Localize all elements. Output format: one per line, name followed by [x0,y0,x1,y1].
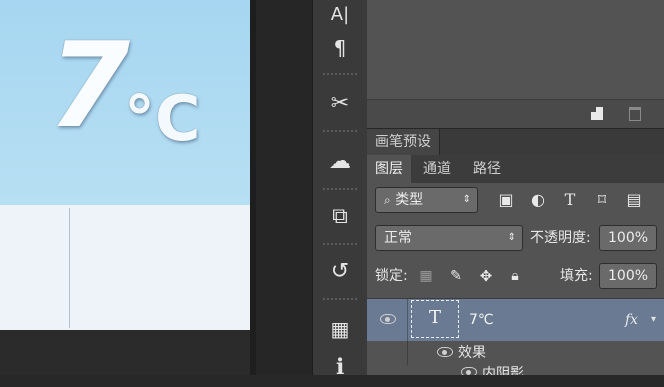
smart-object-filter-icon[interactable]: ▤ [623,188,645,212]
filter-kind-label: 类型 [395,192,424,208]
history-icon[interactable]: ↺ [313,251,367,291]
select-arrows-icon: ⇕ [462,194,471,205]
layer-row-text[interactable]: T 7℃ fx ▾ [367,298,664,342]
document-canvas[interactable]: 7 °C [0,0,255,375]
opacity-label: 不透明度: [530,230,591,246]
lock-transparent-icon[interactable]: ▦ [415,264,437,288]
lock-all-icon[interactable]: 🔒︎ [504,264,526,288]
paragraph-icon[interactable]: ¶ [313,28,367,68]
lock-image-icon[interactable]: ✎ [445,264,467,288]
layers-tabbar: 图层 通道 路径 [367,155,664,183]
search-icon: ⌕ [384,193,391,207]
visibility-eye-icon[interactable] [380,314,396,324]
select-arrows-icon: ⇕ [507,232,516,243]
dock-separator [323,130,357,132]
tab-layers[interactable]: 图层 [367,155,411,183]
layer-filter-select[interactable]: ⌕ 类型 ⇕ [375,187,478,213]
brush-presets-tabbar: 画笔预设 [367,128,664,155]
temperature-unit: °C [124,82,201,155]
adjustment-filter-icon[interactable]: ◐ [527,188,549,212]
fill-value: 100% [608,268,649,284]
dock-separator [323,188,357,190]
transform-icon[interactable]: ⧉ [313,196,367,236]
blend-mode-select[interactable]: 正常 ⇕ [375,225,523,251]
lock-label: 锁定: [375,268,408,284]
type-filter-icon[interactable]: T [559,188,581,212]
creative-cloud-icon[interactable]: ☁ [313,141,367,181]
inner-shadow-label: 内阴影 [482,366,524,375]
tab-paths[interactable]: 路径 [465,155,509,183]
layer-name[interactable]: 7℃ [469,308,494,332]
expand-effects-icon[interactable]: ▾ [651,314,656,325]
fx-icon[interactable]: fx [625,308,638,332]
dock-separator [323,243,357,245]
blend-mode-value: 正常 [384,230,412,246]
tab-brush-presets[interactable]: 画笔预设 [367,129,440,155]
fill-label: 填充: [560,268,593,284]
image-filter-icon[interactable]: ▣ [495,188,517,212]
effects-row: 效果 [367,341,664,365]
tools-icon[interactable]: ✂ [313,83,367,123]
panel-divider [69,208,70,328]
canvas-pasteboard [0,330,255,375]
libraries-icon[interactable]: ▦ [313,309,367,349]
lock-position-icon[interactable]: ✥ [475,264,497,288]
white-panel [0,205,255,330]
trash-icon[interactable] [629,107,641,121]
temperature-number: 7 [48,16,130,154]
workspace-gap [256,0,312,375]
panel-dock: A| ¶ ✂ ☁ ⧉ ↺ ▦ ℹ [312,0,368,380]
row-divider [407,299,408,341]
fill-input[interactable]: 100% [599,263,657,289]
effects-visibility-eye-icon[interactable] [437,347,453,357]
dock-separator [323,73,357,75]
effects-label: 效果 [458,345,486,361]
text-layer-thumbnail: T [411,300,459,338]
info-icon[interactable]: ℹ [313,347,367,387]
inner-shadow-row: 内阴影 [367,365,664,375]
tab-channels[interactable]: 通道 [415,155,459,183]
dock-separator [323,298,357,300]
new-item-icon[interactable] [591,107,603,120]
inner-shadow-eye-icon[interactable] [461,367,477,375]
opacity-value: 100% [608,230,649,246]
opacity-input[interactable]: 100% [599,225,657,251]
shape-filter-icon[interactable]: ⌑ [591,188,613,212]
adjustments-panel [367,0,664,99]
panel-footer [367,99,664,129]
